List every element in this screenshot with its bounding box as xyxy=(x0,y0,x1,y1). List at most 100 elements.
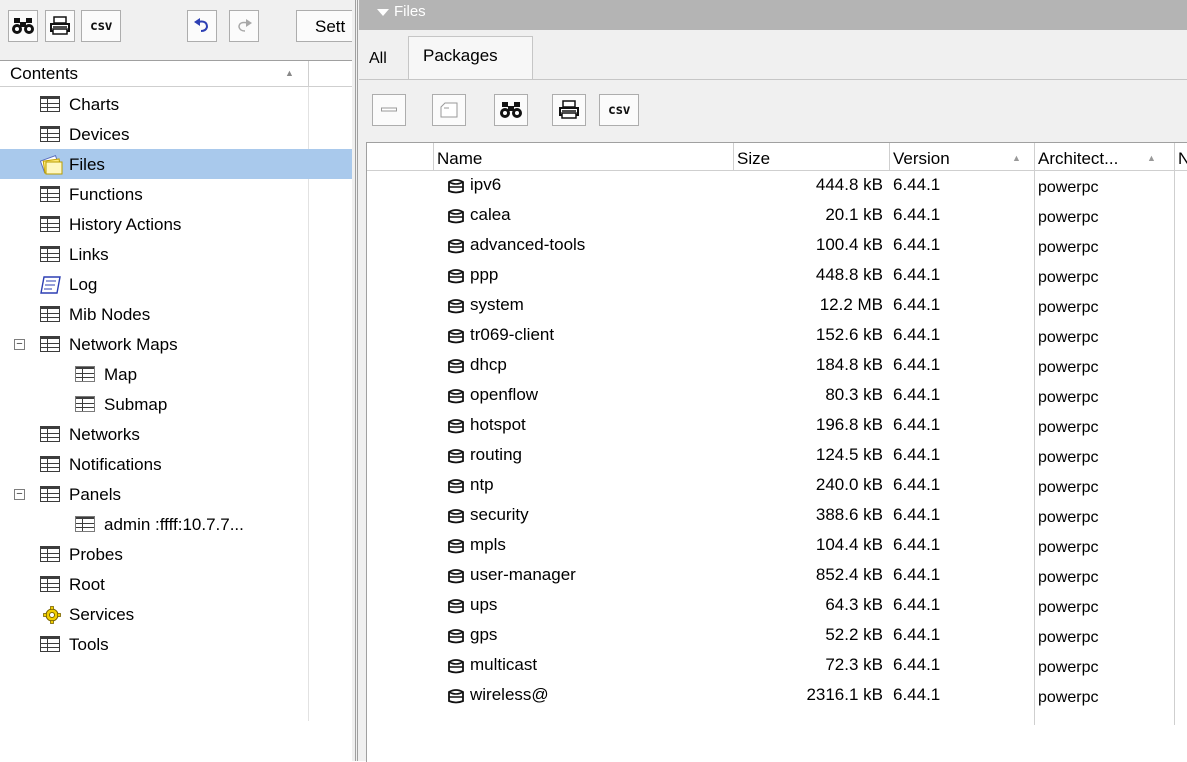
table-icon xyxy=(40,126,60,142)
tree-item-files[interactable]: Files xyxy=(0,149,352,179)
export-csv-button[interactable]: csv xyxy=(81,10,121,42)
tree-item-network-maps[interactable]: − Network Maps xyxy=(0,329,352,359)
tree-item-tools[interactable]: Tools xyxy=(0,629,352,659)
table-row[interactable]: ups 64.3 kB 6.44.1 powerpc xyxy=(367,591,1187,621)
tree-item-admin-panel[interactable]: admin :ffff:10.7.7... xyxy=(0,509,352,539)
tree-item-history-actions[interactable]: History Actions xyxy=(0,209,352,239)
package-name: wireless@ xyxy=(470,685,549,704)
table-row[interactable]: hotspot 196.8 kB 6.44.1 powerpc xyxy=(367,411,1187,441)
tree-item-label: Network Maps xyxy=(69,335,178,354)
undo-button[interactable] xyxy=(187,10,217,42)
csv-label: csv xyxy=(608,102,630,118)
column-header-name[interactable]: Name xyxy=(433,143,733,171)
package-name: multicast xyxy=(470,655,538,674)
printer-icon xyxy=(50,16,70,35)
package-version: 6.44.1 xyxy=(893,445,941,464)
tree-header[interactable]: Contents ▲ xyxy=(0,61,352,87)
package-size: 448.8 kB xyxy=(815,265,883,284)
tree-item-panels[interactable]: − Panels xyxy=(0,479,352,509)
table-icon xyxy=(40,306,60,322)
contents-tree: Contents ▲ Charts Devices Files Function… xyxy=(0,60,352,762)
table-row[interactable]: mpls 104.4 kB 6.44.1 powerpc xyxy=(367,531,1187,561)
settings-button[interactable]: Sett xyxy=(296,10,356,42)
sort-arrow-icon: ▲ xyxy=(285,68,294,78)
table-row[interactable]: advanced-tools 100.4 kB 6.44.1 powerpc xyxy=(367,231,1187,261)
table-row[interactable]: tr069-client 152.6 kB 6.44.1 powerpc xyxy=(367,321,1187,351)
tree-item-label: Networks xyxy=(69,425,140,444)
table-row[interactable]: user-manager 852.4 kB 6.44.1 powerpc xyxy=(367,561,1187,591)
export-csv-button[interactable]: csv xyxy=(599,94,639,126)
collapse-toggle[interactable]: − xyxy=(14,339,25,350)
table-row[interactable]: system 12.2 MB 6.44.1 powerpc xyxy=(367,291,1187,321)
package-version: 6.44.1 xyxy=(893,685,941,704)
collapse-toggle[interactable]: − xyxy=(14,489,25,500)
table-icon xyxy=(40,456,60,472)
tree-item-networks[interactable]: Networks xyxy=(0,419,352,449)
package-architecture: powerpc xyxy=(1038,539,1099,556)
tree-item-charts[interactable]: Charts xyxy=(0,89,352,119)
table-row[interactable]: multicast 72.3 kB 6.44.1 powerpc xyxy=(367,651,1187,681)
tab-packages[interactable]: Packages xyxy=(408,36,533,80)
package-version: 6.44.1 xyxy=(893,535,941,554)
table-row[interactable]: ntp 240.0 kB 6.44.1 powerpc xyxy=(367,471,1187,501)
column-label: Version xyxy=(893,149,950,168)
package-icon xyxy=(448,359,464,374)
package-name: tr069-client xyxy=(470,325,555,344)
tree-item-functions[interactable]: Functions xyxy=(0,179,352,209)
package-name: ntp xyxy=(470,475,494,494)
column-header-n[interactable]: N xyxy=(1174,143,1187,171)
table-icon xyxy=(75,366,95,382)
tree-item-submap[interactable]: Submap xyxy=(0,389,352,419)
tree-item-devices[interactable]: Devices xyxy=(0,119,352,149)
package-name: hotspot xyxy=(470,415,526,434)
table-icon xyxy=(40,546,60,562)
tree-item-mib-nodes[interactable]: Mib Nodes xyxy=(0,299,352,329)
table-row[interactable]: ppp 448.8 kB 6.44.1 powerpc xyxy=(367,261,1187,291)
table-icon xyxy=(40,186,60,202)
comment-button[interactable] xyxy=(432,94,466,126)
table-header: Name Size Version ▲ Architect... ▲ N xyxy=(367,143,1187,171)
tree-item-links[interactable]: Links xyxy=(0,239,352,269)
tree-item-label: Mib Nodes xyxy=(69,305,151,324)
find-button[interactable] xyxy=(8,10,38,42)
tree-item-root[interactable]: Root xyxy=(0,569,352,599)
print-button[interactable] xyxy=(45,10,75,42)
table-row[interactable]: dhcp 184.8 kB 6.44.1 powerpc xyxy=(367,351,1187,381)
collapse-triangle-icon[interactable] xyxy=(377,9,389,16)
package-name: calea xyxy=(470,205,511,224)
panel-splitter[interactable] xyxy=(352,0,359,761)
tree-item-services[interactable]: Services xyxy=(0,599,352,629)
table-row[interactable]: gps 52.2 kB 6.44.1 powerpc xyxy=(367,621,1187,651)
package-version: 6.44.1 xyxy=(893,355,941,374)
tab-all[interactable]: All xyxy=(369,36,397,80)
table-row[interactable]: calea 20.1 kB 6.44.1 powerpc xyxy=(367,201,1187,231)
table-row[interactable]: ipv6 444.8 kB 6.44.1 powerpc xyxy=(367,171,1187,201)
tree-item-probes[interactable]: Probes xyxy=(0,539,352,569)
package-size: 444.8 kB xyxy=(815,175,883,194)
tree-item-log[interactable]: Log xyxy=(0,269,352,299)
redo-button[interactable] xyxy=(229,10,259,42)
package-architecture: powerpc xyxy=(1038,569,1099,586)
table-row[interactable]: security 388.6 kB 6.44.1 powerpc xyxy=(367,501,1187,531)
tree-item-label: Map xyxy=(104,365,138,384)
package-icon xyxy=(448,419,464,434)
table-row[interactable]: openflow 80.3 kB 6.44.1 powerpc xyxy=(367,381,1187,411)
package-size: 64.3 kB xyxy=(825,595,883,614)
tree-item-map[interactable]: Map xyxy=(0,359,352,389)
tree-item-notifications[interactable]: Notifications xyxy=(0,449,352,479)
tree-item-label: Services xyxy=(69,605,135,624)
table-row[interactable]: wireless@ 2316.1 kB 6.44.1 powerpc xyxy=(367,681,1187,711)
column-header-size[interactable]: Size xyxy=(733,143,889,171)
print-button[interactable] xyxy=(552,94,586,126)
window-titlebar[interactable]: Files xyxy=(359,0,1187,30)
package-icon xyxy=(448,209,464,224)
find-button[interactable] xyxy=(494,94,528,126)
tree-item-label: Notifications xyxy=(69,455,162,474)
package-name: user-manager xyxy=(470,565,576,584)
package-version: 6.44.1 xyxy=(893,565,941,584)
package-version: 6.44.1 xyxy=(893,655,941,674)
remove-button[interactable] xyxy=(372,94,406,126)
package-size: 196.8 kB xyxy=(815,415,883,434)
table-row[interactable]: routing 124.5 kB 6.44.1 powerpc xyxy=(367,441,1187,471)
table-icon xyxy=(40,96,60,112)
